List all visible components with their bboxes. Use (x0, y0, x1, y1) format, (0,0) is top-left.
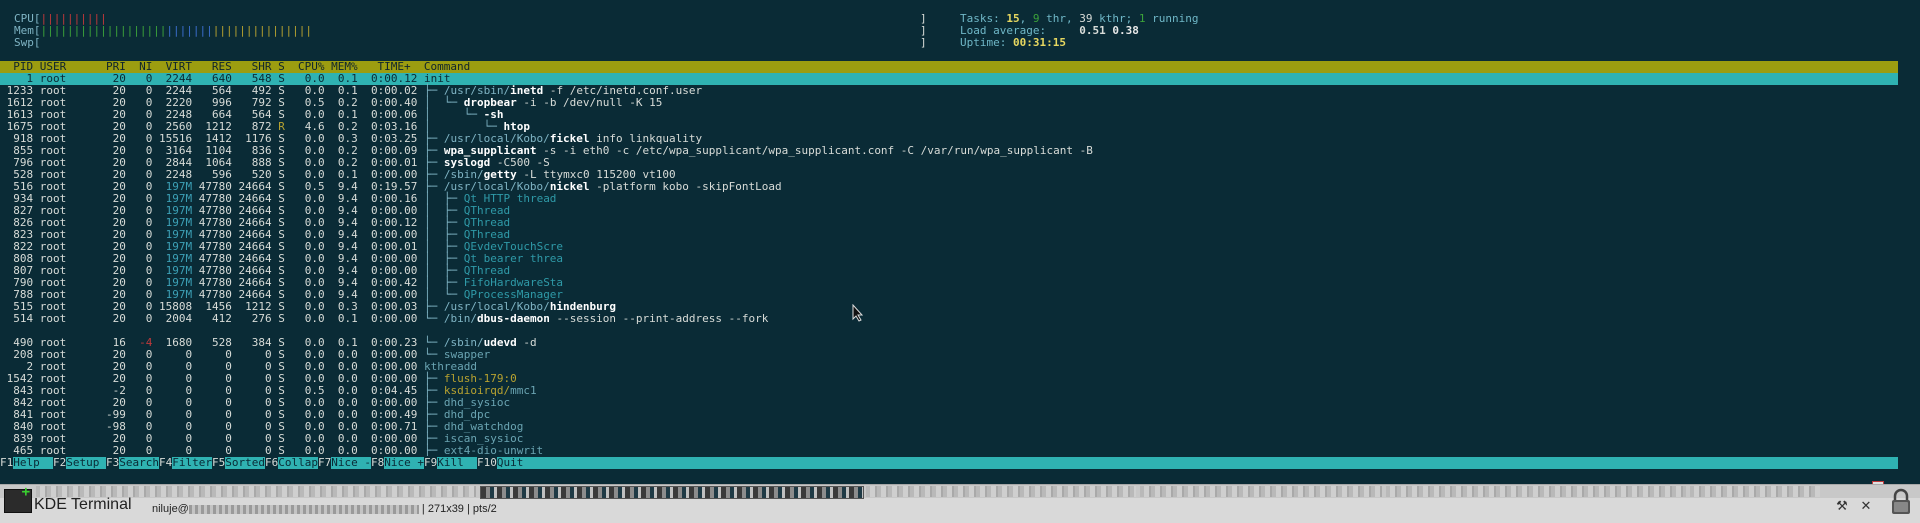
mem-bars-cache: ||||||||||||||| (212, 24, 313, 37)
terminal-icon[interactable] (4, 486, 32, 513)
fkey-label[interactable]: Nice + (384, 456, 424, 469)
window-user: niluje@ (152, 503, 189, 515)
redacted-host (188, 504, 419, 514)
pid-cell: 514 (0, 312, 40, 325)
mem-bars-buffers: ||||||| (166, 24, 213, 37)
fkey-f2[interactable]: F2 (53, 456, 67, 469)
fkey-label[interactable]: Quit (497, 456, 524, 469)
virt-cell: 2004 (158, 312, 199, 325)
command-name: dbus-daemon (476, 312, 550, 325)
terminal-window[interactable]: CPU[|||||||||| Mem[|||||||||||||||||||||… (0, 0, 1920, 484)
command-args: mmc1 (510, 384, 537, 397)
mem-bars-used: ||||||||||||||||||| (40, 24, 167, 37)
fkey-label[interactable]: Help (13, 456, 53, 469)
task-segment[interactable] (1140, 486, 1382, 497)
fkey-f6[interactable]: F6 (265, 456, 279, 469)
res-cell: 412 (198, 312, 239, 325)
cpu-cell: 0.0 (291, 312, 332, 325)
command-args: --session --print-address --fork (549, 312, 769, 325)
command-args: -i -b /dev/null -K 15 (516, 96, 663, 109)
fkey-label[interactable]: Search (119, 456, 159, 469)
window-size: | 271x39 | pts/2 (421, 503, 497, 515)
fkey-label[interactable]: Filter (172, 456, 212, 469)
task-segment[interactable] (1386, 486, 1686, 497)
swp-meter: Swp[ (14, 37, 312, 49)
fkey-label[interactable]: Kill (437, 456, 477, 469)
command-args: -s -i eth0 -c /etc/wpa_supplicant/wpa_su… (536, 144, 1093, 157)
tree-branch: └─ (423, 312, 444, 325)
swp-label: Swp[ (14, 36, 41, 49)
lock-icon[interactable] (1888, 488, 1914, 516)
fkey-label[interactable]: Nice - (331, 456, 371, 469)
task-strip[interactable] (0, 485, 1920, 499)
shr-cell: 276 (238, 312, 279, 325)
fkey-label[interactable]: Sorted (225, 456, 265, 469)
process-list[interactable]: 1 root 20 0 2244 640 548 S 0.0 0.1 0:00.… (0, 73, 1898, 457)
pri-cell: 20 (105, 312, 133, 325)
state-cell: S (278, 312, 292, 325)
function-key-bar[interactable]: F1Help F2Setup F3SearchF4FilterF5SortedF… (0, 456, 1898, 469)
fkey-f5[interactable]: F5 (212, 456, 226, 469)
fkey-f1[interactable]: F1 (0, 456, 14, 469)
tools-icon[interactable]: ⚒ (1834, 499, 1850, 515)
window-info: niluje@ | 271x39 | pts/2 (152, 503, 497, 515)
ni-cell: 0 (132, 312, 159, 325)
window-title: KDE Terminal (34, 496, 132, 513)
task-segment[interactable] (866, 486, 1136, 497)
task-segment[interactable] (1690, 486, 1820, 497)
command-args: -platform kobo -skipFontLoad (589, 180, 782, 193)
uptime-line: Uptime: 00:31:15 (960, 36, 1066, 49)
command-args: -d (516, 336, 537, 349)
fkey-f8[interactable]: F8 (371, 456, 385, 469)
fkey-f4[interactable]: F4 (159, 456, 173, 469)
close-icon[interactable]: ✕ (1858, 499, 1874, 515)
time-cell: 0:00.00 (364, 312, 424, 325)
fkey-f10[interactable]: F10 (477, 456, 497, 469)
fkey-f7[interactable]: F7 (318, 456, 332, 469)
process-row[interactable]: 514 root 20 0 2004 412 276 S 0.0 0.1 0:0… (0, 313, 1898, 325)
fkey-label[interactable]: Collap (278, 456, 318, 469)
user-cell: root (39, 312, 106, 325)
system-info: Tasks: 15, 9 thr, 39 kthr; 1 running Loa… (960, 13, 1198, 49)
meters-left: CPU[|||||||||| Mem[|||||||||||||||||||||… (14, 13, 312, 49)
fkey-f3[interactable]: F3 (106, 456, 120, 469)
mouse-pointer-icon (852, 304, 864, 322)
task-segment-active[interactable] (480, 486, 864, 499)
mem-meter: Mem[||||||||||||||||||||||||||||||||||||… (14, 25, 312, 37)
mem-cell: 0.1 (331, 312, 365, 325)
fkey-f9[interactable]: F9 (424, 456, 438, 469)
fkey-label[interactable]: Setup (66, 456, 106, 469)
command-path: /bin/ (443, 312, 477, 325)
